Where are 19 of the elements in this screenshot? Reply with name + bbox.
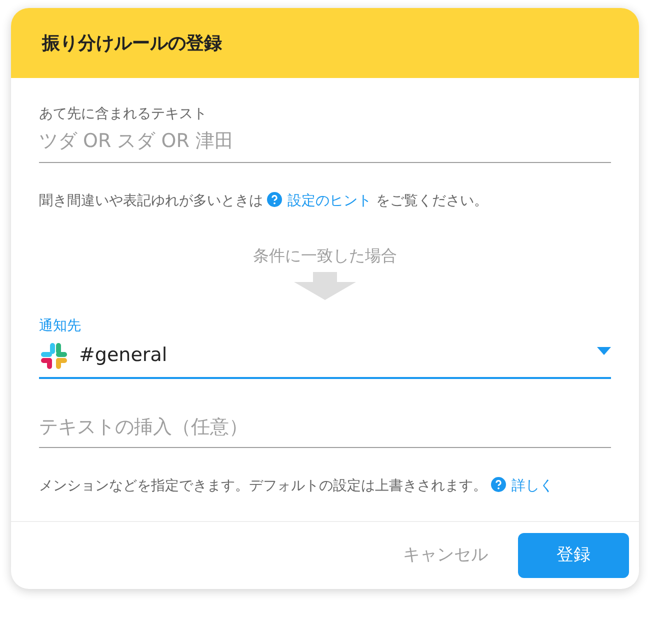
field-label: あて先に含まれるテキスト (39, 105, 208, 124)
help-icon (491, 477, 506, 492)
hint-text: メンションなどを指定できます。デフォルトの設定は上書きされます。 詳しく (39, 476, 554, 496)
text-field[interactable]: ツダ OR スダ OR 津田 (39, 127, 611, 162)
channel-select[interactable]: 通知先 #general (39, 316, 611, 378)
dialog-title: 振り分けルールの登録 (11, 8, 639, 78)
help-link[interactable]: 詳しく (491, 478, 554, 494)
field-label: 通知先 (39, 316, 82, 336)
down-arrow-icon (294, 272, 356, 300)
cancel-button[interactable]: キャンセル (373, 533, 518, 578)
app-logo-icon (39, 340, 69, 370)
hint-text: 聞き間違いや表記ゆれが多いときは 設定のヒント をご覧ください。 (39, 190, 489, 210)
dropdown-caret-icon (597, 346, 611, 354)
help-icon (267, 192, 282, 206)
condition-text: 条件に一致した場合 (253, 244, 397, 266)
register-button[interactable]: 登録 (518, 533, 629, 578)
help-link[interactable]: 設定のヒント (267, 192, 372, 208)
text-field[interactable]: テキストの挿入（任意） (39, 412, 611, 448)
select-value: #general (79, 343, 168, 368)
